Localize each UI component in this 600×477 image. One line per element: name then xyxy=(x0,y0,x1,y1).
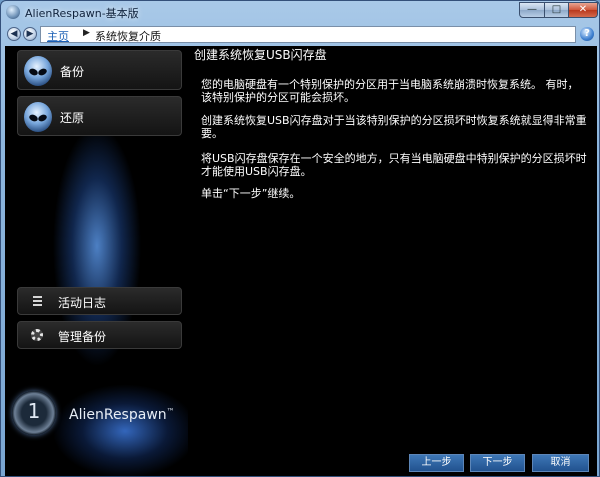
page-title: 创建系统恢复USB闪存盘 xyxy=(194,48,327,62)
sidebar: 备份 还原 活动日志 管理备份 1 AlienRespawn™ xyxy=(5,46,188,476)
breadcrumb-separator-icon: ▶ xyxy=(83,28,90,38)
forward-arrow-icon[interactable]: ▶ xyxy=(23,27,37,41)
back-arrow-icon[interactable]: ◀ xyxy=(7,27,21,41)
breadcrumb-current: 系统恢复介质 xyxy=(95,30,161,43)
sidebar-item-label: 备份 xyxy=(60,65,85,79)
alien-head-icon xyxy=(24,102,52,132)
gear-icon xyxy=(31,329,43,341)
sidebar-item-restore[interactable]: 还原 xyxy=(17,96,182,136)
sidebar-item-backup[interactable]: 备份 xyxy=(17,50,182,90)
app-icon xyxy=(6,5,20,19)
trademark-symbol: ™ xyxy=(166,407,175,416)
app-window: AlienRespawn-基本版 — □ ✕ ◀ ▶ 主页 ▶ 系统恢复介质 ?… xyxy=(0,0,600,477)
help-icon[interactable]: ? xyxy=(580,27,594,41)
sidebar-item-label: 管理备份 xyxy=(58,330,107,344)
list-icon xyxy=(33,296,42,306)
sidebar-item-label: 活动日志 xyxy=(58,296,107,310)
cancel-button[interactable]: 取消 xyxy=(532,454,589,472)
sidebar-item-manage-backups[interactable]: 管理备份 xyxy=(17,321,182,349)
breadcrumb-home-link[interactable]: 主页 xyxy=(47,28,69,44)
logo-digit: 1 xyxy=(27,399,41,423)
alien-head-icon xyxy=(24,56,52,86)
logo-name: AlienRespawn xyxy=(69,407,167,423)
description-paragraph: 将USB闪存盘保存在一个安全的地方，只有当电脑硬盘中特别保护的分区损坏时才能使用… xyxy=(201,152,587,178)
sidebar-item-label: 还原 xyxy=(60,111,85,125)
logo-text: AlienRespawn™ xyxy=(69,407,175,423)
instruction-paragraph: 单击“下一步”继续。 xyxy=(201,187,301,200)
description-paragraph: 创建系统恢复USB闪存盘对于当该特别保护的分区损坏时恢复系统就显得非常重要。 xyxy=(201,114,587,140)
minimize-button[interactable]: — xyxy=(519,2,545,18)
breadcrumb: 主页 ▶ 系统恢复介质 xyxy=(40,26,576,43)
next-button[interactable]: 下一步 xyxy=(470,454,525,472)
description-paragraph: 您的电脑硬盘有一个特别保护的分区用于当电脑系统崩溃时恢复系统。 有时，该特别保护… xyxy=(201,78,579,104)
window-title: AlienRespawn-基本版 xyxy=(25,7,139,20)
respawn-logo-icon: 1 xyxy=(12,391,56,435)
previous-button[interactable]: 上一步 xyxy=(409,454,464,472)
content-area: 备份 还原 活动日志 管理备份 1 AlienRespawn™ 创建系统恢复US… xyxy=(5,46,597,476)
sidebar-item-activity-log[interactable]: 活动日志 xyxy=(17,287,182,315)
maximize-button[interactable]: □ xyxy=(544,2,569,18)
navigation-bar: ◀ ▶ 主页 ▶ 系统恢复介质 ? xyxy=(5,25,595,45)
close-button[interactable]: ✕ xyxy=(568,2,598,18)
title-bar: AlienRespawn-基本版 — □ ✕ xyxy=(1,1,599,23)
